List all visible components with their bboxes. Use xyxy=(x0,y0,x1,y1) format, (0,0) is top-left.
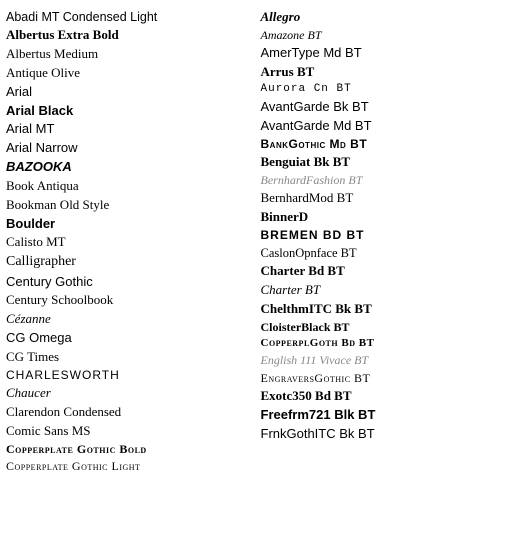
right-font-item: Allegro xyxy=(261,8,512,27)
left-font-item: Bookman Old Style xyxy=(6,196,257,215)
left-font-item: CG Times xyxy=(6,348,257,367)
left-font-item: Albertus Extra Bold xyxy=(6,26,257,45)
left-font-item: Copperplate Gothic Bold xyxy=(6,441,257,458)
right-font-item: Amazone BT xyxy=(261,27,512,44)
right-font-item: EngraversGothic BT xyxy=(261,370,512,387)
right-font-item: Benguiat Bk BT xyxy=(261,153,512,172)
right-font-item: CloisterBlack BT xyxy=(261,319,512,336)
right-font-item: AvantGarde Bk BT xyxy=(261,98,512,117)
right-font-item: BernhardMod BT xyxy=(261,189,512,208)
right-font-item: BernhardFashion BT xyxy=(261,172,512,189)
left-font-item: Cézanne xyxy=(6,310,257,329)
right-font-item: Freefrm721 Blk BT xyxy=(261,406,512,425)
left-font-item: Arial Black xyxy=(6,102,257,121)
left-font-item: Arial Narrow xyxy=(6,139,257,158)
left-font-item: Copperplate Gothic Light xyxy=(6,458,257,475)
left-font-item: Antique Olive xyxy=(6,64,257,83)
right-font-item: English 111 Vivace BT xyxy=(261,352,512,369)
right-font-item: ChelthmITC Bk BT xyxy=(261,300,512,319)
left-font-item: Arial xyxy=(6,83,257,102)
left-font-item: BAZOOKA xyxy=(6,158,257,177)
right-font-item: Charter BT xyxy=(261,281,512,300)
right-font-item: AmerType Md BT xyxy=(261,44,512,63)
right-font-item: FrnkGothITC Bk BT xyxy=(261,425,512,444)
left-font-item: CHARLESWORTH xyxy=(6,367,257,384)
left-font-item: Arial MT xyxy=(6,120,257,139)
right-font-item: Arrus BT xyxy=(261,63,512,82)
right-font-item: Aurora Cn BT xyxy=(261,82,512,98)
left-font-item: Century Schoolbook xyxy=(6,291,257,310)
left-font-item: Calligrapher xyxy=(6,252,257,272)
right-column: AllegroAmazone BTAmerType Md BTArrus BTA… xyxy=(261,8,516,525)
right-font-item: BinnerD xyxy=(261,208,512,227)
left-font-item: Boulder xyxy=(6,215,257,234)
left-font-item: CG Omega xyxy=(6,329,257,348)
right-font-item: BankGothic Md BT xyxy=(261,136,512,153)
left-font-item: Calisto MT xyxy=(6,233,257,252)
left-font-item: Comic Sans MS xyxy=(6,422,257,441)
left-font-item: Century Gothic xyxy=(6,273,257,292)
left-font-item: Abadi MT Condensed Light xyxy=(6,8,257,26)
right-font-item: Charter Bd BT xyxy=(261,262,512,281)
left-column: Abadi MT Condensed LightAlbertus Extra B… xyxy=(6,8,261,525)
left-font-item: Chaucer xyxy=(6,384,257,403)
right-font-item: Exotc350 Bd BT xyxy=(261,387,512,406)
right-font-item: CaslonOpnface BT xyxy=(261,244,512,262)
left-font-item: Book Antiqua xyxy=(6,177,257,196)
right-font-item: AvantGarde Md BT xyxy=(261,117,512,136)
left-font-item: Clarendon Condensed xyxy=(6,403,257,422)
left-font-item: Albertus Medium xyxy=(6,45,257,64)
right-font-item: BREMEN BD BT xyxy=(261,227,512,244)
right-font-item: CopperplGoth Bd BT xyxy=(261,336,512,352)
